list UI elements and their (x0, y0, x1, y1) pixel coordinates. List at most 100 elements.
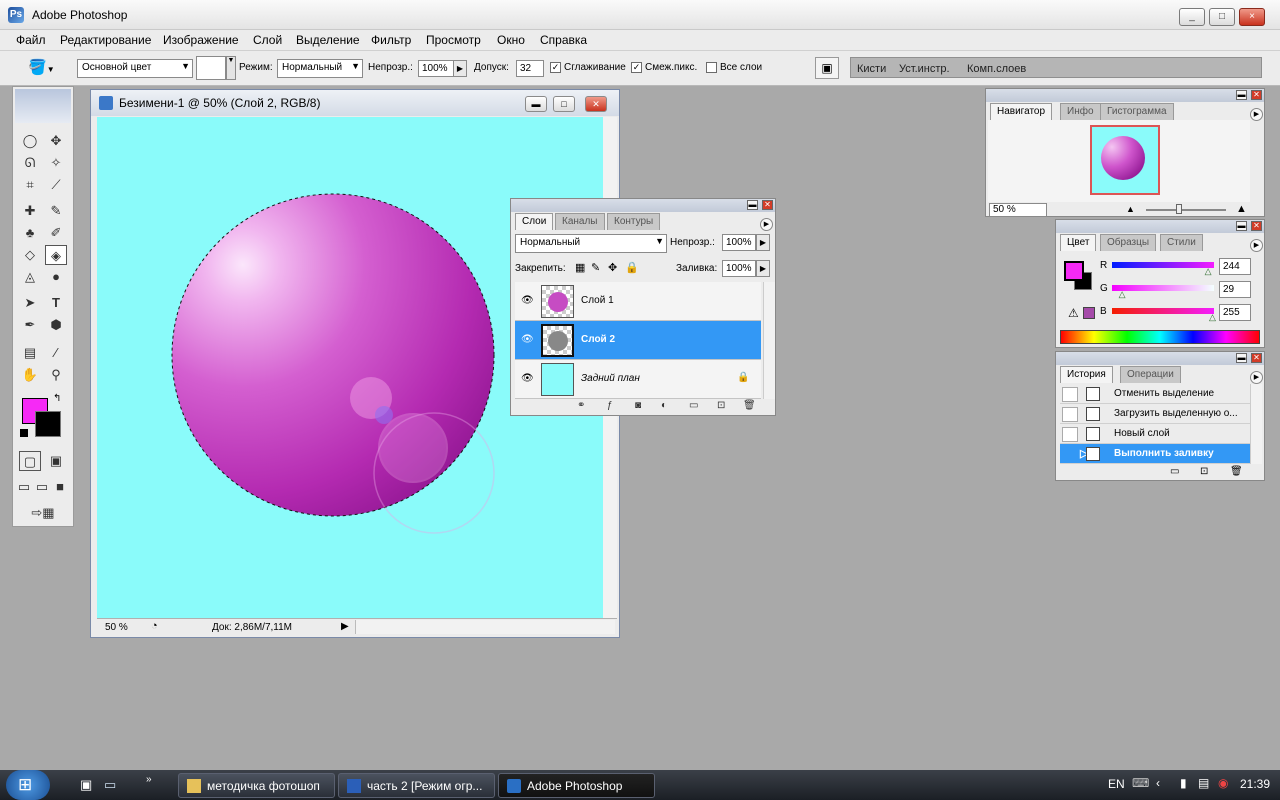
navigator-zoom-slider-thumb[interactable] (1176, 204, 1182, 214)
well-tab-brushes[interactable]: Кисти (857, 63, 886, 75)
slice-tool-icon[interactable]: ⟋ (45, 175, 67, 195)
g-slider-thumb[interactable]: △ (1119, 289, 1126, 300)
history-item[interactable]: Загрузить выделенную о... (1060, 404, 1250, 424)
tolerance-input[interactable]: 32 (516, 60, 544, 77)
new-snapshot-icon[interactable]: ⊡ (1200, 466, 1208, 477)
lock-all-icon[interactable]: 🔒 (625, 261, 639, 274)
color-panel-close-button[interactable]: ✕ (1251, 221, 1262, 231)
close-button[interactable]: × (1239, 8, 1265, 26)
blur-tool-icon[interactable]: ◬ (19, 267, 41, 287)
history-scrollbar[interactable] (1250, 384, 1262, 464)
eye-icon[interactable]: 👁 (521, 334, 534, 345)
menu-image[interactable]: Изображение (163, 33, 239, 47)
menu-file[interactable]: Файл (16, 33, 46, 47)
show-desktop-icon[interactable]: ▣ (80, 777, 92, 793)
jump-to-imageready-icon[interactable]: ⇨▦ (19, 503, 67, 523)
well-tab-layer-comps[interactable]: Комп.слоев (967, 63, 1026, 75)
layers-scrollbar[interactable] (763, 282, 775, 399)
history-panel-minimize-button[interactable]: ▬ (1236, 353, 1247, 363)
default-colors-icon[interactable] (20, 429, 28, 437)
b-slider-thumb[interactable]: △ (1209, 312, 1216, 323)
layers-panel-close-button[interactable]: ✕ (762, 200, 773, 210)
new-document-from-state-icon[interactable]: ▭ (1170, 466, 1179, 477)
history-brush-tool-icon[interactable]: ✐ (45, 223, 67, 243)
background-color-swatch[interactable] (35, 411, 61, 437)
quick-mask-mode-icon[interactable]: ▣ (45, 451, 67, 471)
tab-actions[interactable]: Операции (1120, 366, 1181, 383)
fill-source-select[interactable]: Основной цвет ▼ (77, 59, 193, 78)
doc-maximize-button[interactable]: □ (553, 96, 575, 112)
navigator-zoom-input[interactable]: 50 % (989, 203, 1047, 217)
type-tool-icon[interactable]: T (45, 293, 67, 313)
hand-tool-icon[interactable]: ✋ (19, 365, 41, 385)
mode-select[interactable]: Нормальный ▼ (277, 59, 363, 78)
tab-history[interactable]: История (1060, 366, 1113, 383)
lock-transparency-icon[interactable]: ▦ (575, 261, 585, 274)
layer-row[interactable]: 👁 Слой 1 (515, 282, 761, 321)
history-item[interactable]: Отменить выделение (1060, 384, 1250, 404)
link-layers-icon[interactable]: ⚭ (577, 400, 585, 411)
menu-window[interactable]: Окно (497, 33, 525, 47)
history-item[interactable]: Новый слой (1060, 424, 1250, 444)
quick-launch-icon[interactable]: ▭ (104, 777, 116, 793)
tab-color[interactable]: Цвет (1060, 234, 1097, 251)
screen-mode-full-icon[interactable]: ■ (51, 477, 69, 497)
navigator-view-box[interactable] (1090, 125, 1160, 195)
layer-name[interactable]: Слой 2 (581, 334, 615, 345)
crop-tool-icon[interactable]: ⌗ (19, 175, 41, 195)
maximize-button[interactable]: □ (1209, 8, 1235, 26)
adjustment-layer-icon[interactable]: ◐ (661, 400, 667, 411)
screen-mode-menu-icon[interactable]: ▭ (33, 477, 51, 497)
document-horizontal-scrollbar[interactable] (355, 620, 615, 634)
history-panel-close-button[interactable]: ✕ (1251, 353, 1262, 363)
delete-state-icon[interactable]: 🗑 (1230, 466, 1243, 477)
document-zoom-value[interactable]: 50 % (105, 622, 128, 633)
safely-remove-icon[interactable]: ▮ (1180, 776, 1187, 790)
navigator-zoom-slider[interactable] (1146, 209, 1226, 211)
r-value-input[interactable]: 244 (1219, 258, 1251, 275)
opacity-input[interactable]: 100% (418, 60, 454, 77)
navigator-minimize-button[interactable]: ▬ (1236, 90, 1247, 100)
path-selection-tool-icon[interactable]: ➤ (19, 293, 41, 313)
g-slider-track[interactable] (1112, 285, 1214, 291)
healing-brush-tool-icon[interactable]: ✚ (19, 201, 41, 221)
layer-opacity-slider-button[interactable]: ▶ (756, 234, 770, 251)
start-button[interactable]: ⊞ (6, 770, 50, 800)
zoom-in-icon[interactable]: ▲ (1236, 203, 1247, 215)
delete-layer-icon[interactable]: 🗑 (743, 400, 756, 411)
toolbox-header-feather-icon[interactable] (15, 89, 71, 123)
color-spectrum-ramp[interactable] (1060, 330, 1260, 344)
tab-histogram[interactable]: Гистограмма (1100, 103, 1174, 120)
doc-close-button[interactable]: ✕ (585, 96, 607, 112)
new-layer-icon[interactable]: ⊡ (717, 400, 725, 411)
r-slider-thumb[interactable]: △ (1205, 266, 1212, 277)
opacity-slider-button[interactable]: ▶ (453, 60, 467, 77)
navigator-close-button[interactable]: ✕ (1251, 90, 1262, 100)
volume-icon[interactable]: ◉ (1218, 776, 1228, 790)
tab-navigator[interactable]: Навигатор (990, 103, 1053, 120)
magic-wand-tool-icon[interactable]: ✧ (45, 153, 67, 173)
fill-slider-button[interactable]: ▶ (756, 260, 770, 277)
antialias-checkbox[interactable]: ✓ (550, 62, 561, 73)
tab-swatches[interactable]: Образцы (1100, 234, 1157, 251)
shape-tool-icon[interactable]: ⬢ (45, 315, 67, 335)
r-slider-track[interactable] (1112, 262, 1214, 268)
taskbar-button-folder[interactable]: методичка фотошоп (178, 773, 335, 798)
eyedropper-tool-icon[interactable]: ⁄ (45, 343, 67, 363)
layer-row[interactable]: 👁 Задний план 🔒 (515, 360, 761, 399)
menu-edit[interactable]: Редактирование (60, 33, 151, 47)
clone-stamp-tool-icon[interactable]: ♣ (19, 223, 41, 243)
history-source-box[interactable] (1062, 407, 1078, 422)
layers-panel-minimize-button[interactable]: ▬ (747, 200, 758, 210)
paint-bucket-preset-icon[interactable]: 🪣▼ (28, 58, 62, 78)
pattern-dropdown-button[interactable]: ▼ (226, 56, 236, 80)
pen-tool-icon[interactable]: ✒ (19, 315, 41, 335)
color-panel-foreground-swatch[interactable] (1064, 261, 1084, 281)
paint-bucket-tool-icon[interactable]: ◈ (45, 245, 67, 265)
lock-image-icon[interactable]: ✎ (591, 261, 600, 274)
menu-select[interactable]: Выделение (296, 33, 360, 47)
layer-blend-mode-select[interactable]: Нормальный ▼ (515, 234, 667, 253)
status-menu-arrow-icon[interactable]: ▶ (341, 621, 349, 632)
tab-layers[interactable]: Слои (515, 213, 554, 230)
b-value-input[interactable]: 255 (1219, 304, 1251, 321)
